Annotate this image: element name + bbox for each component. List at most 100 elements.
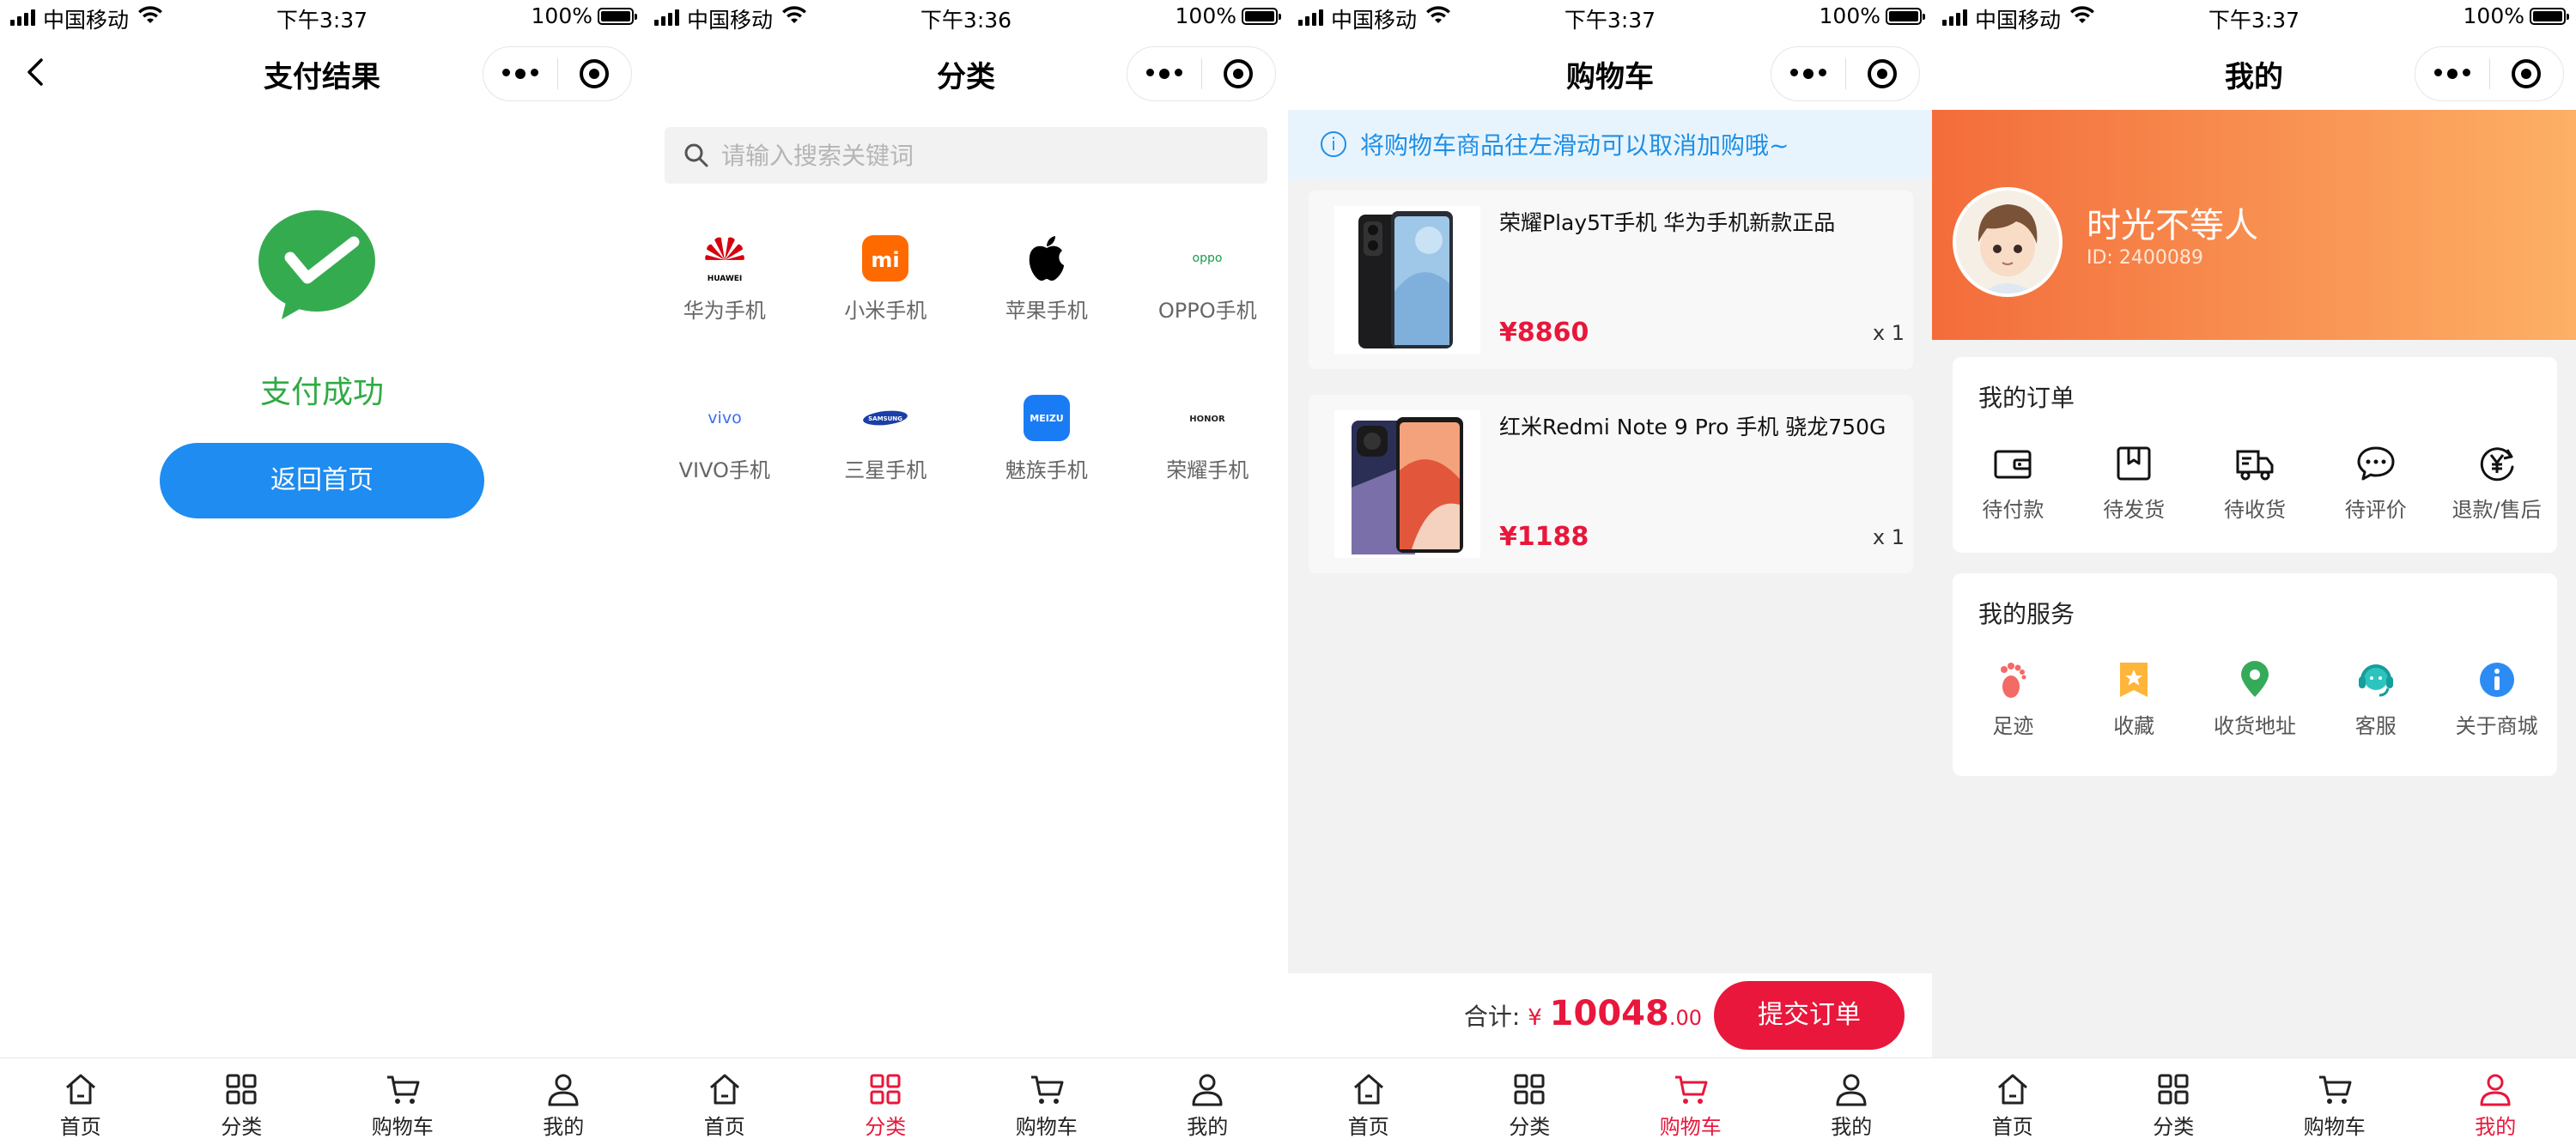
nav-bar: 购物车	[1288, 38, 1932, 106]
brand-item-honor[interactable]: HONOR 荣耀手机	[1127, 374, 1289, 534]
tab-cart[interactable]: 购物车	[2254, 1058, 2415, 1145]
my-orders-card: 我的订单 待付款 待发货 待收货 待评价 退款/售后	[1953, 357, 2557, 553]
tab-label: 分类	[1509, 1115, 1551, 1139]
brand-name: 苹果手机	[1005, 299, 1088, 323]
close-miniprogram-icon[interactable]	[1846, 59, 1920, 88]
brand-name: 荣耀手机	[1166, 458, 1249, 482]
tab-category[interactable]: 分类	[1449, 1058, 1611, 1145]
category-screen: 中国移动 下午3:36 100% 分类 请输入搜索关键词 HUAWEI 华为手机…	[644, 0, 1288, 1145]
more-menu-icon[interactable]	[2415, 69, 2489, 79]
brand-item-oppo[interactable]: oppo OPPO手机	[1127, 215, 1289, 374]
more-menu-icon[interactable]	[1127, 69, 1201, 79]
service-about-mall[interactable]: 关于商城	[2436, 659, 2557, 739]
status-bar: 中国移动 下午3:37 100%	[1288, 0, 1932, 34]
brand-item-vivo[interactable]: vivo VIVO手机	[644, 374, 805, 534]
service-label: 足迹	[1992, 714, 2034, 738]
tab-cart[interactable]: 购物车	[966, 1058, 1127, 1145]
service-label: 关于商城	[2455, 714, 2538, 738]
order-refund[interactable]: 退款/售后	[2436, 443, 2557, 523]
more-menu-icon[interactable]	[483, 69, 557, 79]
order-pending-receipt[interactable]: 待收货	[2195, 443, 2316, 523]
battery-icon	[598, 8, 637, 25]
nav-bar: 支付结果	[0, 38, 644, 106]
cart-screen: 中国移动 下午3:37 100% 购物车 i 将购物车商品往左滑动可以取消加购哦…	[1288, 0, 1932, 1145]
product-name: 荣耀Play5T手机 华为手机新款正品	[1499, 210, 1836, 235]
order-label: 待收货	[2223, 498, 2286, 522]
brand-item-samsung[interactable]: SAMSUNG 三星手机	[805, 374, 967, 534]
comment-icon	[2357, 446, 2395, 481]
brand-item-apple[interactable]: 苹果手机	[966, 215, 1127, 374]
order-pending-review[interactable]: 待评价	[2315, 443, 2436, 523]
tab-home[interactable]: 首页	[1288, 1058, 1449, 1145]
tab-label: 购物车	[2303, 1115, 2366, 1139]
brand-item-huawei[interactable]: HUAWEI 华为手机	[644, 215, 805, 374]
favorites-icon	[2120, 663, 2148, 697]
payment-result-screen: 中国移动 下午3:37 100% 支付结果 支付成功 返回首页 首页 分类 购物车 我…	[0, 0, 644, 1145]
brand-name: 魅族手机	[1005, 458, 1088, 482]
tab-label: 首页	[703, 1115, 745, 1139]
service-favorites[interactable]: 收藏	[2074, 659, 2195, 739]
brand-name: 华为手机	[683, 299, 766, 323]
notice-text: 将购物车商品往左滑动可以取消加购哦~	[1360, 131, 1789, 160]
payment-status-text: 支付成功	[259, 375, 384, 410]
tab-mine[interactable]: 我的	[1127, 1058, 1289, 1145]
order-total: 合计: ¥ 10048.00	[1464, 994, 1702, 1033]
product-price: ¥8860	[1499, 318, 1589, 348]
xiaomi-logo-text: mi	[872, 248, 900, 272]
tab-label: 购物车	[1015, 1115, 1078, 1139]
battery-percent: 100%	[1175, 3, 1236, 28]
tab-home[interactable]: 首页	[1932, 1058, 2093, 1145]
search-input[interactable]	[721, 141, 1236, 170]
tab-category[interactable]: 分类	[2093, 1058, 2255, 1145]
cart-item[interactable]: 红米Redmi Note 9 Pro 手机 骁龙750G ¥1188 x 1	[1309, 395, 1913, 573]
brand-item-xiaomi[interactable]: mi 小米手机	[805, 215, 967, 374]
tab-mine[interactable]: 我的	[1771, 1058, 1933, 1145]
service-label: 收货地址	[2213, 714, 2296, 738]
huawei-logo-icon: HUAWEI	[694, 232, 756, 285]
apple-logo-icon	[1016, 232, 1078, 285]
tab-mine[interactable]: 我的	[483, 1058, 645, 1145]
submit-order-button[interactable]: 提交订单	[1714, 981, 1905, 1050]
order-pending-payment[interactable]: 待付款	[1953, 443, 2074, 523]
tab-label: 分类	[221, 1115, 263, 1139]
tab-cart[interactable]: 购物车	[1610, 1058, 1771, 1145]
search-bar[interactable]	[665, 127, 1267, 184]
miniprogram-capsule	[2415, 46, 2564, 101]
cart-icon	[386, 1075, 420, 1104]
close-miniprogram-icon[interactable]	[1202, 59, 1276, 88]
honor-logo-icon: HONOR	[1176, 391, 1238, 445]
xiaomi-logo-icon: mi	[854, 232, 916, 285]
cart-item[interactable]: 荣耀Play5T手机 华为手机新款正品 ¥8860 x 1	[1309, 191, 1913, 369]
tab-home[interactable]: 首页	[0, 1058, 161, 1145]
oppo-logo-text: oppo	[1193, 251, 1223, 265]
total-currency: ¥	[1528, 1005, 1542, 1031]
tab-category[interactable]: 分类	[805, 1058, 967, 1145]
tab-home[interactable]: 首页	[644, 1058, 805, 1145]
truck-icon	[2236, 450, 2274, 481]
screenshot-strip: 中国移动 下午3:37 100% 支付结果 支付成功 返回首页 首页 分类 购物车我…	[0, 0, 2576, 1145]
more-menu-icon[interactable]	[1771, 69, 1845, 79]
order-pending-shipment[interactable]: 待发货	[2074, 443, 2195, 523]
nav-bar: 分类	[644, 38, 1288, 106]
close-miniprogram-icon[interactable]	[2490, 59, 2564, 88]
checkout-bar: 合计: ¥ 10048.00 提交订单	[1288, 973, 1932, 1057]
avatar[interactable]	[1953, 187, 2063, 297]
tab-category[interactable]: 分类	[161, 1058, 323, 1145]
tab-cart[interactable]: 购物车	[322, 1058, 483, 1145]
return-home-button[interactable]: 返回首页	[160, 443, 484, 518]
search-icon	[684, 143, 708, 167]
cart-icon	[2318, 1075, 2352, 1104]
tab-mine[interactable]: 我的	[2415, 1058, 2576, 1145]
location-pin-icon	[2240, 661, 2269, 697]
service-address[interactable]: 收货地址	[2195, 659, 2316, 739]
brand-item-meizu[interactable]: MEIZU 魅族手机	[966, 374, 1127, 534]
order-label: 待发货	[2103, 498, 2166, 522]
service-customer-support[interactable]: 客服	[2315, 659, 2436, 739]
tab-label: 购物车	[1659, 1115, 1722, 1139]
orders-title: 我的订单	[1978, 384, 2075, 412]
cart-icon	[1674, 1075, 1708, 1104]
service-footprint[interactable]: 足迹	[1953, 659, 2074, 739]
home-icon	[1997, 1074, 2027, 1105]
wallet-icon	[1994, 450, 2032, 479]
close-miniprogram-icon[interactable]	[558, 59, 632, 88]
